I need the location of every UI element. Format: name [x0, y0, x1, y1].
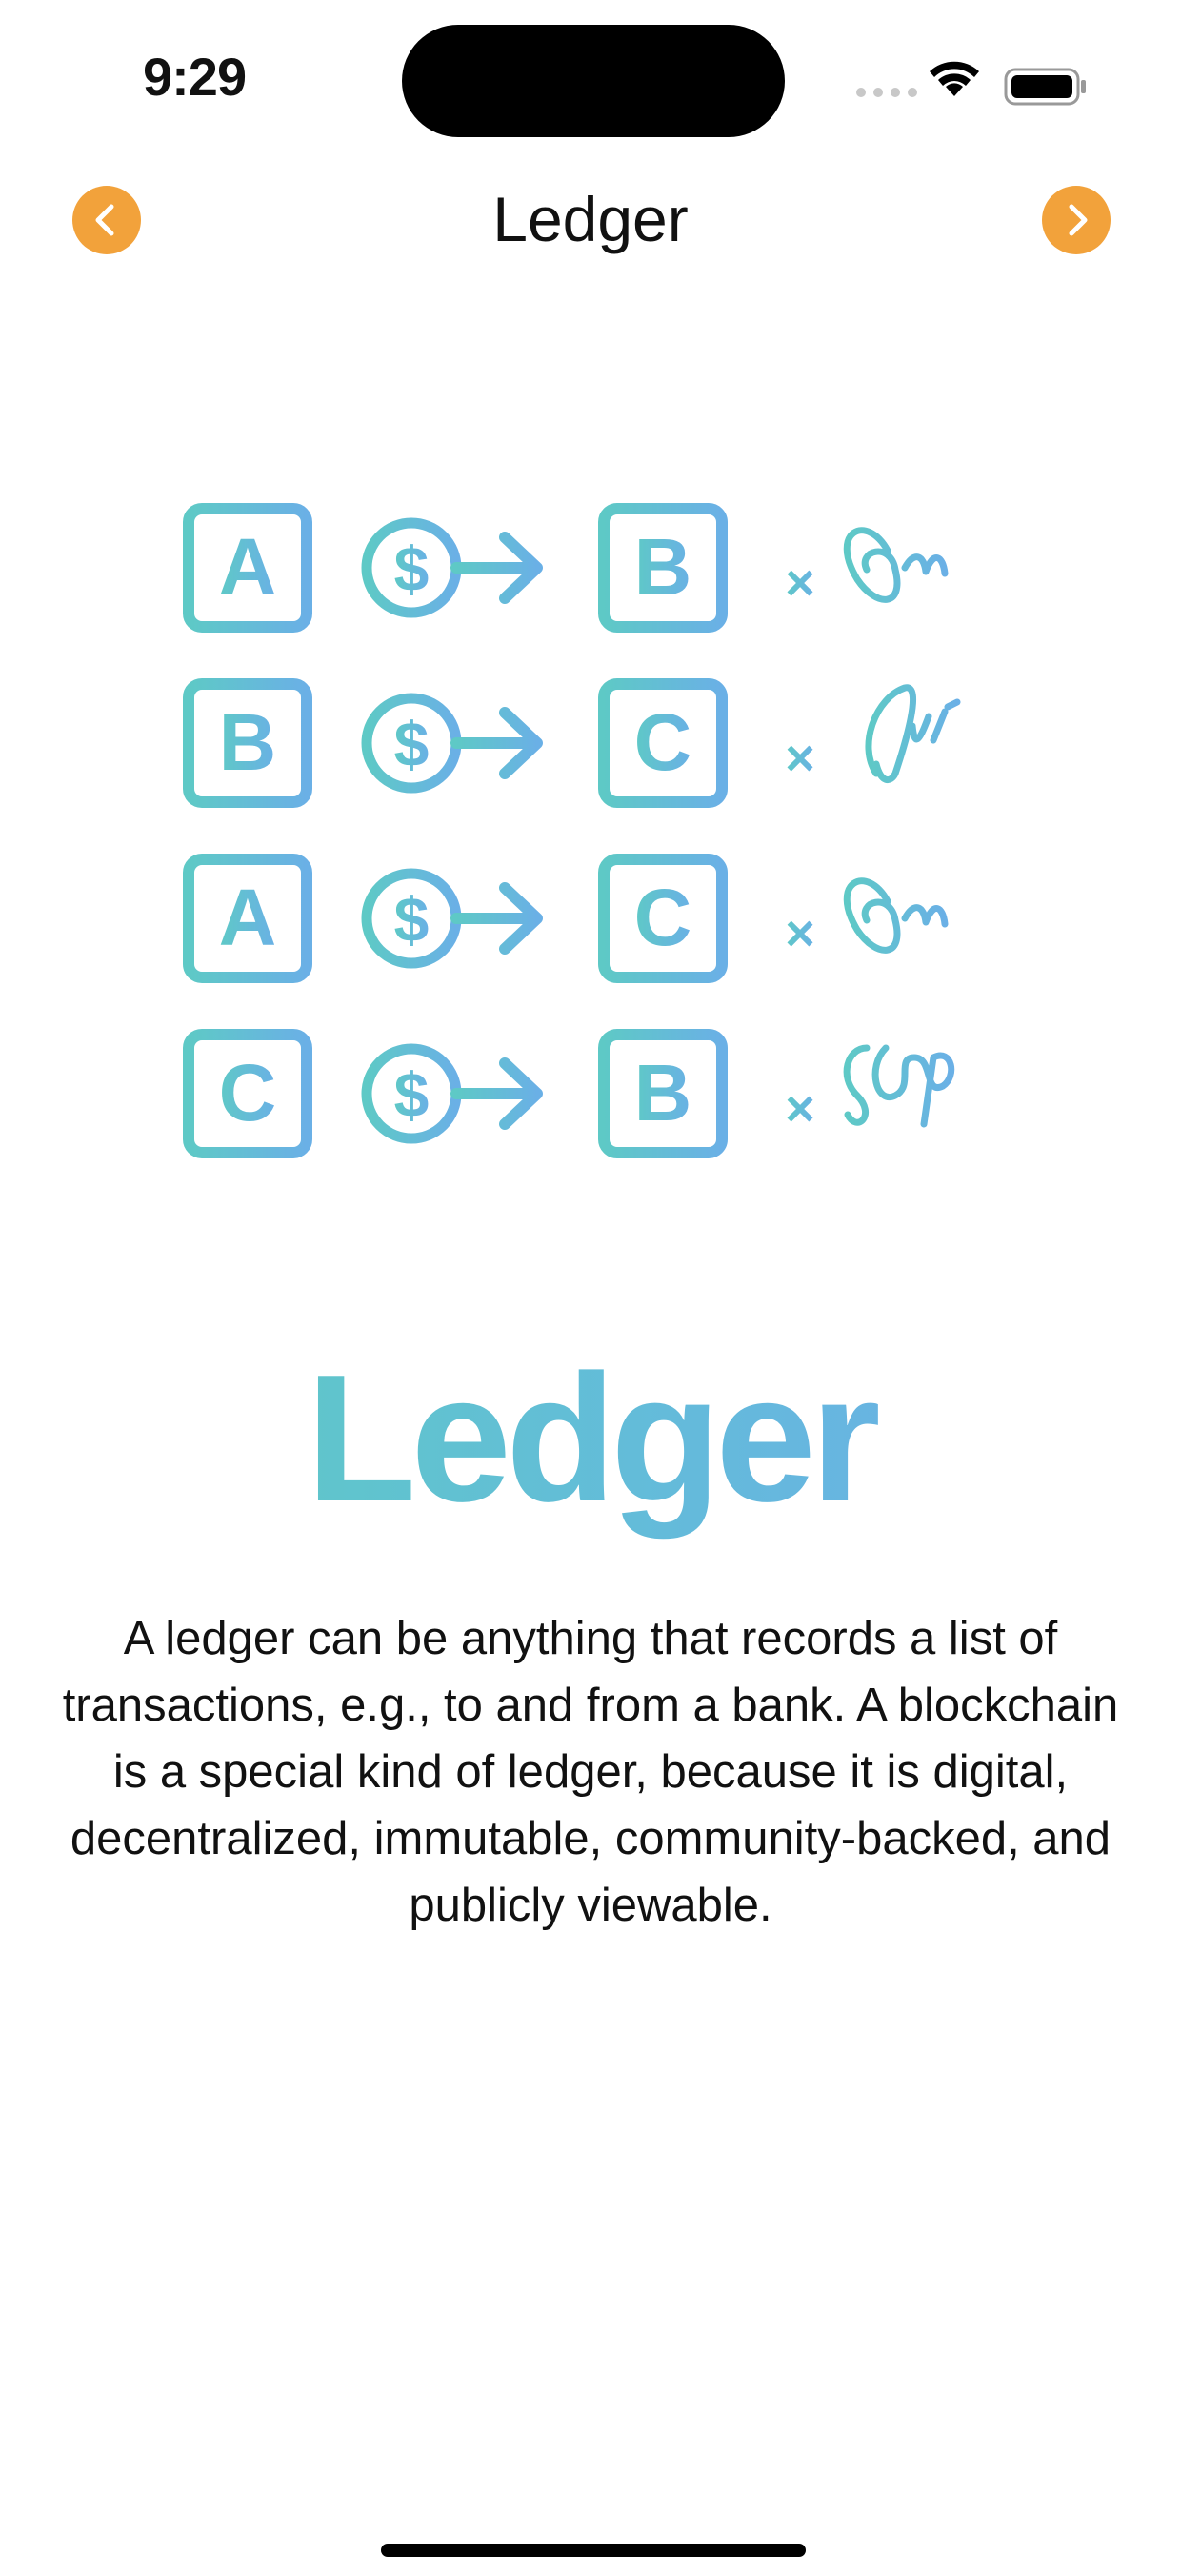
hero-title: Ledger: [162, 1329, 1019, 1548]
status-icons: [848, 52, 1095, 110]
arrow-right-icon: [450, 707, 543, 779]
coin-symbol: $: [394, 884, 430, 955]
sign-mark: ×: [785, 730, 815, 787]
coin-symbol: $: [394, 1059, 430, 1130]
back-button[interactable]: [72, 186, 141, 254]
status-bar: 9:29: [0, 0, 1181, 152]
party-label: C: [219, 1048, 277, 1137]
sign-mark: ×: [785, 905, 815, 962]
dynamic-island: [402, 25, 785, 137]
ledger-transactions-graphic: A $ B × B $ C × A $ C × C $ B ×: [183, 503, 991, 1158]
cellular-signal-icon: [856, 88, 917, 97]
status-time: 9:29: [143, 47, 247, 107]
description-text: A ledger can be anything that records a …: [62, 1613, 1119, 1931]
navigation-bar: Ledger: [0, 171, 1181, 286]
party-label: A: [219, 873, 277, 962]
party-label: B: [219, 697, 277, 787]
party-label: C: [634, 697, 692, 787]
sign-mark: ×: [785, 1080, 815, 1137]
signature-icon: [843, 1044, 955, 1128]
coin-symbol: $: [394, 533, 430, 604]
party-label: C: [634, 873, 692, 962]
home-indicator[interactable]: [381, 2544, 806, 2557]
sign-mark: ×: [785, 554, 815, 612]
arrow-right-icon: [450, 882, 543, 955]
forward-button[interactable]: [1042, 186, 1111, 254]
party-label: B: [634, 1048, 692, 1137]
arrow-right-icon: [450, 532, 543, 604]
chevron-right-icon: [1069, 204, 1088, 236]
battery-icon: [1004, 68, 1086, 106]
transaction-row: C $ B ×: [183, 1029, 991, 1158]
transaction-row: A $ C ×: [183, 854, 991, 983]
transaction-row: B $ C ×: [183, 678, 991, 808]
signature-icon: [843, 877, 949, 954]
party-label: A: [219, 522, 277, 612]
coin-symbol: $: [394, 709, 430, 779]
signature-icon: [843, 527, 949, 603]
party-label: B: [634, 522, 692, 612]
chevron-left-icon: [95, 204, 114, 236]
transaction-row: A $ B ×: [183, 503, 991, 633]
arrow-right-icon: [450, 1057, 543, 1130]
signature-icon: [865, 684, 961, 783]
nav-title: Ledger: [492, 184, 689, 254]
wifi-icon: [930, 61, 979, 96]
ledger-illustration: A $ B × B $ C × A $ C × C $ B ×: [171, 495, 1010, 1181]
